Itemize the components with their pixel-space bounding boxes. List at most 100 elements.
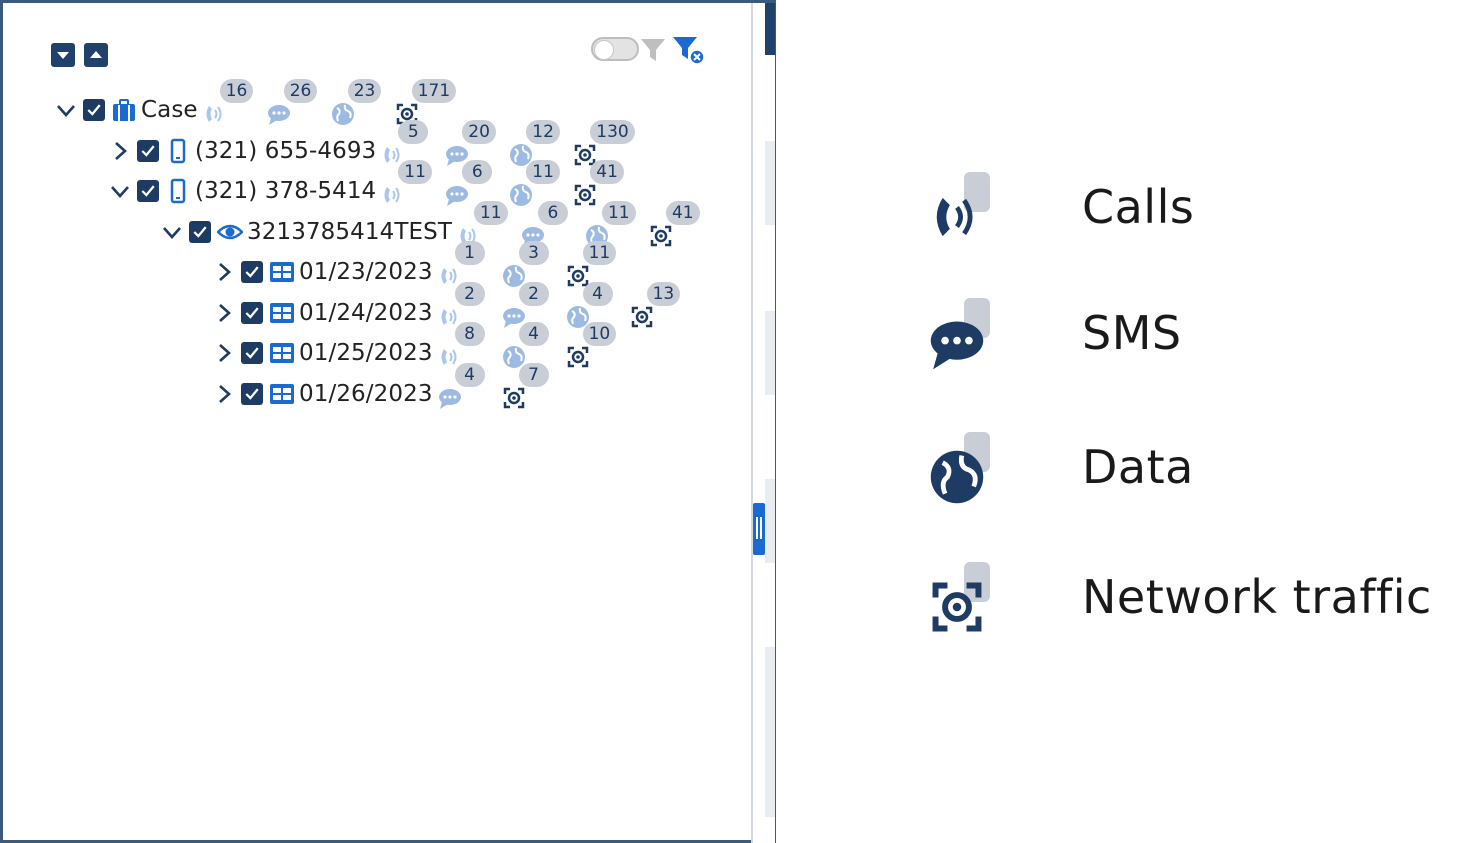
tree-row[interactable]: (321) 655-4693 5 20 12 130 — [109, 120, 636, 168]
row-checkbox[interactable] — [137, 140, 159, 162]
filter-toggle[interactable] — [591, 37, 639, 61]
data-metric[interactable]: 23 — [330, 79, 394, 127]
chevron-right-icon[interactable] — [109, 140, 131, 162]
network-count-badge: 13 — [646, 282, 681, 306]
row-checkbox[interactable] — [241, 261, 263, 283]
scroll-track-segment — [765, 311, 775, 395]
sms-icon — [444, 182, 470, 208]
funnel-icon[interactable] — [639, 37, 667, 63]
tree-row-label: Case — [141, 97, 198, 123]
calls-count-badge: 2 — [454, 282, 485, 306]
network-traffic-icon — [572, 182, 598, 208]
calls-count-badge: 1 — [454, 241, 485, 265]
data-count-badge: 23 — [347, 79, 382, 103]
tree-panel: Case 16 26 23 171 (321) 655-4693 5 20 12 130 (321)… — [0, 0, 776, 843]
sms-count-badge: 2 — [518, 282, 549, 306]
network-count-badge: 41 — [665, 201, 700, 225]
phone-icon — [165, 178, 191, 204]
row-checkbox[interactable] — [241, 383, 263, 405]
tree-row-label: 01/24/2023 — [299, 300, 433, 326]
chevron-right-icon[interactable] — [213, 261, 235, 283]
resize-handle[interactable] — [753, 503, 765, 555]
calendar-grid-icon — [269, 340, 295, 366]
tree-row-label: (321) 655-4693 — [195, 138, 377, 164]
calls-count-badge: 11 — [473, 201, 508, 225]
calls-metric[interactable]: 11 — [380, 160, 444, 208]
tree-row[interactable]: Case 16 26 23 171 — [55, 79, 458, 127]
legend-label-network: Network traffic — [1082, 570, 1432, 624]
network-metric[interactable]: 7 — [501, 363, 565, 411]
calls-icon — [924, 172, 994, 252]
tree-row-label: 3213785414TEST — [247, 219, 452, 245]
row-checkbox[interactable] — [241, 302, 263, 324]
calls-icon — [380, 182, 406, 208]
chevron-right-icon[interactable] — [213, 302, 235, 324]
phone-icon — [165, 138, 191, 164]
funnel-clear-icon[interactable] — [671, 35, 707, 65]
scrollbar[interactable] — [751, 3, 775, 843]
calls-icon — [202, 101, 228, 127]
tree-row-label: 01/25/2023 — [299, 340, 433, 366]
sms-icon — [266, 101, 292, 127]
network-metric[interactable]: 10 — [565, 322, 629, 370]
scroll-track-segment — [765, 479, 775, 563]
network-count-badge: 7 — [518, 363, 549, 387]
tree-row[interactable]: 01/24/2023 2 2 4 13 — [213, 282, 693, 330]
calendar-grid-icon — [269, 381, 295, 407]
network-count-badge: 130 — [590, 120, 635, 144]
chevron-right-icon[interactable] — [213, 383, 235, 405]
legend-label-sms: SMS — [1082, 306, 1182, 360]
row-checkbox[interactable] — [189, 221, 211, 243]
caret-up-square-icon — [90, 51, 102, 58]
calendar-grid-icon — [269, 300, 295, 326]
tree-row[interactable]: 3213785414TEST 11 6 11 41 — [161, 201, 712, 249]
data-count-badge: 4 — [582, 282, 613, 306]
tree-row-label: 01/23/2023 — [299, 259, 433, 285]
calls-metric[interactable]: 16 — [202, 79, 266, 127]
network-count-badge: 41 — [590, 160, 624, 184]
network-count-badge: 171 — [411, 79, 457, 103]
network-traffic-icon — [565, 344, 591, 370]
chevron-right-icon[interactable] — [213, 342, 235, 364]
calls-count-badge: 8 — [454, 322, 485, 346]
calls-count-badge: 5 — [398, 120, 429, 144]
network-metric[interactable]: 41 — [648, 201, 712, 249]
chevron-down-icon[interactable] — [109, 180, 131, 202]
sms-count-badge: 20 — [462, 120, 496, 144]
collapse-all-button[interactable] — [84, 43, 108, 67]
expand-all-button[interactable] — [51, 43, 75, 67]
scroll-track-segment — [765, 141, 775, 225]
sms-count-badge: 26 — [283, 79, 318, 103]
eye-icon — [216, 219, 244, 245]
network-metric[interactable]: 13 — [629, 282, 693, 330]
network-count-badge: 11 — [582, 241, 617, 265]
scroll-track-segment — [765, 647, 775, 817]
network-traffic-icon — [648, 223, 674, 249]
tree-row[interactable]: 01/25/2023 8 4 10 — [213, 322, 629, 370]
caret-down-square-icon — [57, 52, 69, 59]
chevron-down-icon[interactable] — [161, 221, 183, 243]
sms-icon — [437, 385, 463, 411]
data-count-badge: 3 — [518, 241, 549, 265]
network-count-badge: 10 — [582, 322, 617, 346]
tree-row-label: (321) 378-5414 — [195, 178, 377, 204]
sms-metric[interactable]: 4 — [437, 363, 501, 411]
tree-row[interactable]: 01/23/2023 1 3 11 — [213, 241, 629, 289]
data-globe-icon — [924, 432, 994, 512]
row-checkbox[interactable] — [83, 99, 105, 121]
scrollbar-top — [765, 3, 775, 55]
network-traffic-icon — [501, 385, 527, 411]
legend-label-data: Data — [1082, 440, 1194, 494]
row-checkbox[interactable] — [241, 342, 263, 364]
sms-count-badge: 6 — [537, 201, 568, 225]
legend-label-calls: Calls — [1082, 180, 1195, 234]
tree-row-label: 01/26/2023 — [299, 381, 433, 407]
row-checkbox[interactable] — [137, 180, 159, 202]
calls-count-badge: 11 — [398, 160, 432, 184]
tree-row[interactable]: 01/26/2023 4 7 — [213, 363, 565, 411]
sms-metric[interactable]: 26 — [266, 79, 330, 127]
sms-count-badge: 4 — [454, 363, 485, 387]
data-count-badge: 4 — [518, 322, 549, 346]
network-traffic-icon — [924, 562, 994, 642]
chevron-down-icon[interactable] — [55, 99, 77, 121]
